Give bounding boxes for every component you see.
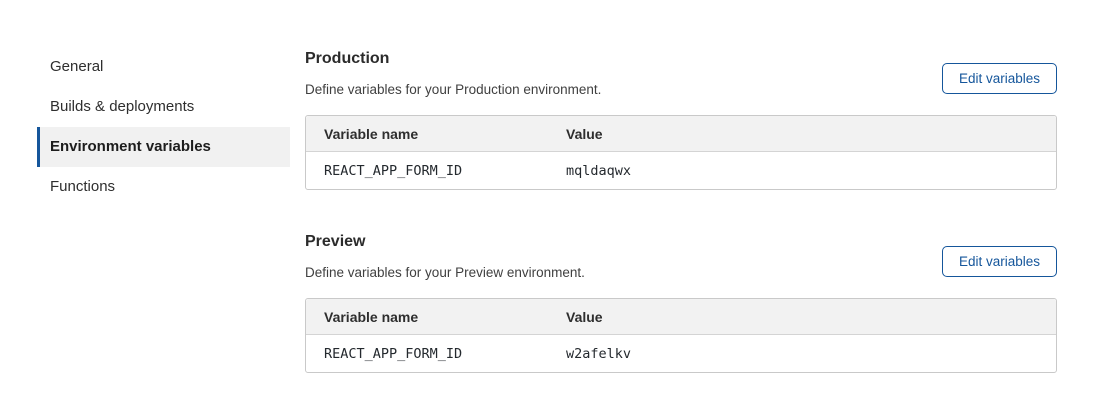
preview-description: Define variables for your Preview enviro… <box>305 265 585 280</box>
column-header-value: Value <box>548 116 1056 152</box>
preview-variables-table: Variable name Value REACT_APP_FORM_ID w2… <box>305 298 1057 373</box>
sidebar-item-environment-variables[interactable]: Environment variables <box>37 127 290 167</box>
production-variables-table: Variable name Value REACT_APP_FORM_ID mq… <box>305 115 1057 190</box>
variable-name-cell: REACT_APP_FORM_ID <box>306 152 548 189</box>
pages-settings-page: General Builds & deployments Environment… <box>0 0 1100 420</box>
preview-section: Preview Define variables for your Previe… <box>305 230 1057 373</box>
column-header-variable-name: Variable name <box>306 116 548 152</box>
edit-variables-button-production[interactable]: Edit variables <box>942 63 1057 94</box>
table-row: REACT_APP_FORM_ID w2afelkv <box>306 335 1056 372</box>
table-header-row: Variable name Value <box>306 299 1056 335</box>
sidebar-item-functions[interactable]: Functions <box>37 167 290 207</box>
production-section-header: Production Define variables for your Pro… <box>305 47 1057 97</box>
environment-variables-panel: Production Define variables for your Pro… <box>305 47 1057 420</box>
variable-value-cell: mqldaqwx <box>548 152 1056 189</box>
production-header-text: Production Define variables for your Pro… <box>305 47 601 97</box>
table-header-row: Variable name Value <box>306 116 1056 152</box>
column-header-variable-name: Variable name <box>306 299 548 335</box>
settings-sidebar: General Builds & deployments Environment… <box>37 47 290 420</box>
variable-value-cell: w2afelkv <box>548 335 1056 372</box>
sidebar-item-general[interactable]: General <box>37 47 290 87</box>
preview-title: Preview <box>305 233 585 251</box>
production-section: Production Define variables for your Pro… <box>305 47 1057 190</box>
preview-header-text: Preview Define variables for your Previe… <box>305 230 585 280</box>
edit-variables-button-preview[interactable]: Edit variables <box>942 246 1057 277</box>
variable-name-cell: REACT_APP_FORM_ID <box>306 335 548 372</box>
sidebar-item-builds-deployments[interactable]: Builds & deployments <box>37 87 290 127</box>
column-header-value: Value <box>548 299 1056 335</box>
preview-section-header: Preview Define variables for your Previe… <box>305 230 1057 280</box>
table-row: REACT_APP_FORM_ID mqldaqwx <box>306 152 1056 189</box>
production-title: Production <box>305 50 601 68</box>
production-description: Define variables for your Production env… <box>305 82 601 97</box>
